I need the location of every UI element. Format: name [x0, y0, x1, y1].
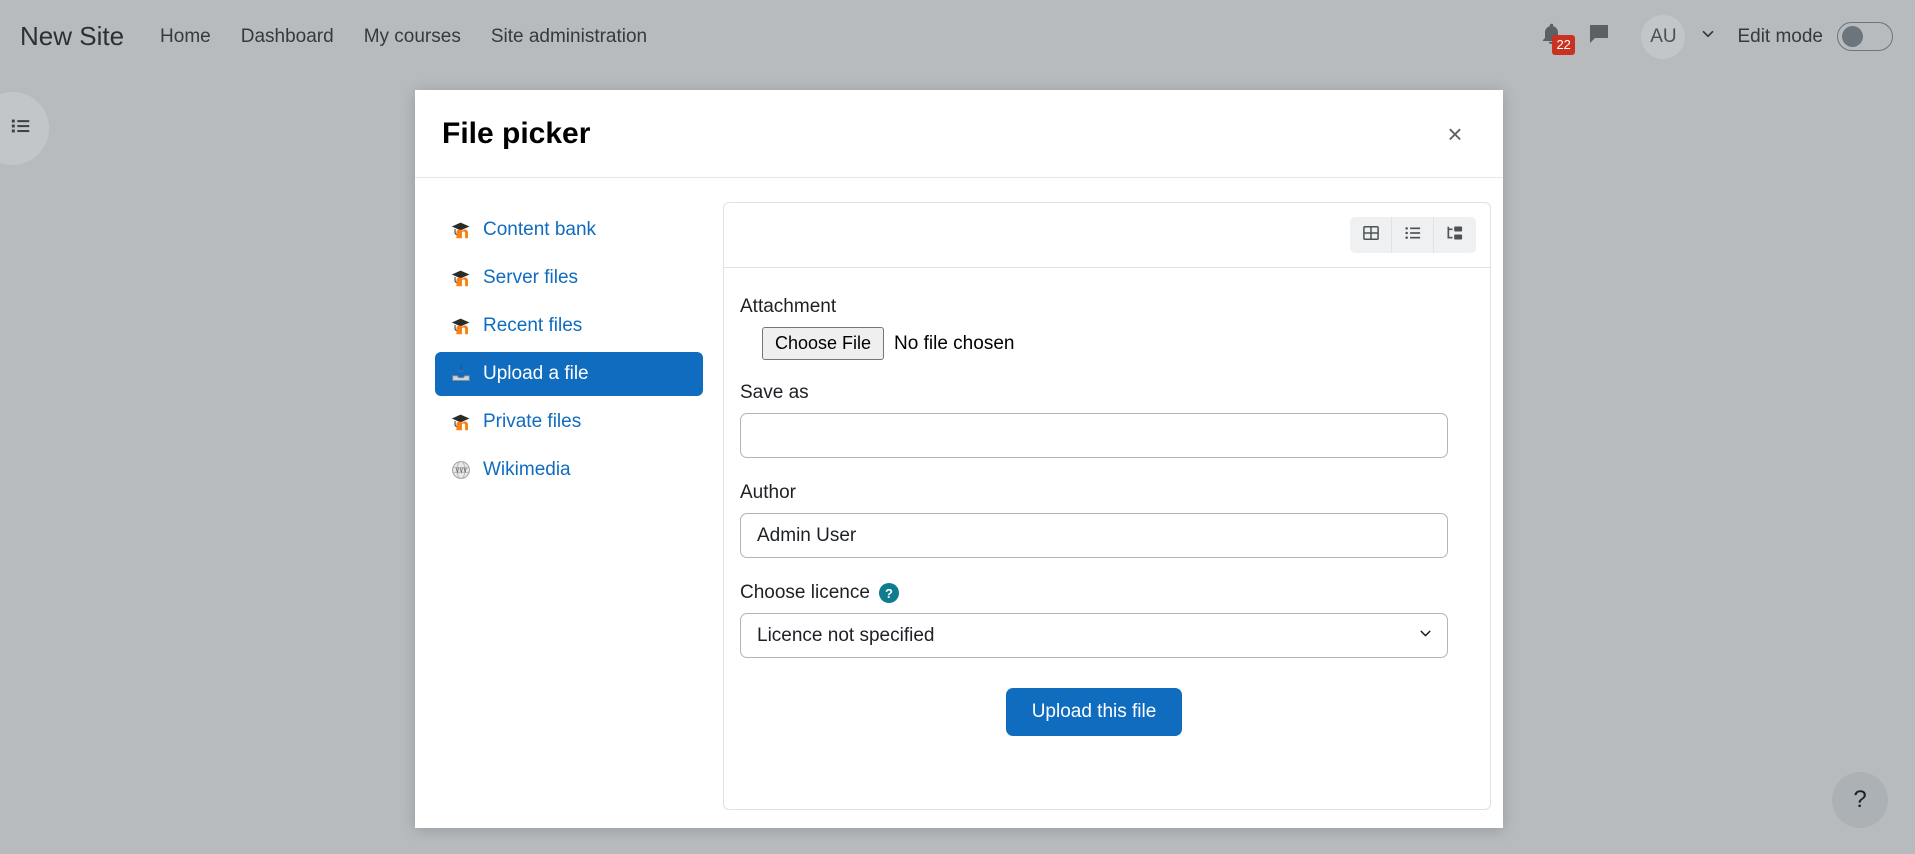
repository-item-label: Wikimedia [483, 459, 571, 481]
chosen-file-name: No file chosen [894, 333, 1014, 355]
repository-item-server-files[interactable]: Server files [435, 256, 703, 300]
wikipedia-globe-icon [449, 458, 473, 482]
moodle-logo-icon [449, 218, 473, 242]
licence-label: Choose licence ? [740, 582, 1448, 604]
licence-label-text: Choose licence [740, 582, 870, 604]
dialog-title: File picker [442, 117, 590, 151]
repository-item-label: Content bank [483, 219, 596, 241]
repository-item-wikimedia[interactable]: Wikimedia [435, 448, 703, 492]
repository-item-recent-files[interactable]: Recent files [435, 304, 703, 348]
view-mode-group [1350, 217, 1476, 253]
choose-file-button[interactable]: Choose File [762, 327, 884, 360]
save-as-label: Save as [740, 382, 1448, 404]
grid-view-button[interactable] [1350, 217, 1392, 253]
licence-select-wrapper: Licence not specified [740, 613, 1448, 658]
notification-count-badge: 22 [1552, 35, 1574, 55]
nav-link-home[interactable]: Home [160, 26, 211, 48]
tree-view-button[interactable] [1434, 217, 1476, 253]
site-brand[interactable]: New Site [20, 21, 124, 52]
repository-item-label: Upload a file [483, 363, 589, 385]
course-index-drawer-toggle[interactable] [0, 92, 49, 165]
nav-link-my-courses[interactable]: My courses [364, 26, 461, 48]
list-view-button[interactable] [1392, 217, 1434, 253]
user-avatar[interactable]: AU [1641, 15, 1685, 59]
nav-link-dashboard[interactable]: Dashboard [241, 26, 334, 48]
repository-list: Content bank Server files [435, 202, 703, 810]
file-picker-dialog: File picker × Content bank [415, 90, 1503, 828]
licence-select[interactable]: Licence not specified [740, 613, 1448, 658]
moodle-logo-icon [449, 314, 473, 338]
attachment-file-input[interactable]: Choose File No file chosen [762, 327, 1448, 360]
repository-item-private-files[interactable]: Private files [435, 400, 703, 444]
licence-select-value: Licence not specified [757, 625, 934, 647]
dialog-header: File picker × [415, 90, 1503, 178]
repository-item-label: Recent files [483, 315, 582, 337]
close-icon[interactable]: × [1435, 114, 1475, 154]
moodle-logo-icon [449, 266, 473, 290]
picker-content-pane: Attachment Choose File No file chosen Sa… [723, 202, 1491, 810]
moodle-logo-icon [449, 410, 473, 434]
list-icon [1403, 223, 1423, 248]
picker-toolbar [724, 203, 1490, 268]
repository-item-label: Server files [483, 267, 578, 289]
repository-item-content-bank[interactable]: Content bank [435, 208, 703, 252]
attachment-label: Attachment [740, 296, 1448, 318]
author-input[interactable] [740, 513, 1448, 558]
grid-icon [1361, 223, 1381, 248]
upload-tray-icon [449, 362, 473, 386]
nav-link-site-administration[interactable]: Site administration [491, 26, 647, 48]
navbar-right-cluster: 22 AU Edit mode [1527, 13, 1893, 61]
messages-button[interactable] [1575, 13, 1623, 61]
upload-form: Attachment Choose File No file chosen Sa… [724, 268, 1490, 736]
message-bubble-icon [1587, 22, 1611, 51]
repository-item-label: Private files [483, 411, 581, 433]
edit-mode-toggle[interactable] [1837, 22, 1893, 51]
edit-mode-label: Edit mode [1737, 26, 1823, 48]
top-navbar: New Site Home Dashboard My courses Site … [0, 0, 1915, 73]
tree-icon [1445, 223, 1465, 248]
notifications-button[interactable]: 22 [1527, 13, 1575, 61]
user-menu-toggle[interactable] [1699, 25, 1717, 48]
dialog-body: Content bank Server files [415, 178, 1503, 828]
chevron-down-icon [1699, 25, 1717, 48]
repository-item-upload-a-file[interactable]: Upload a file [435, 352, 703, 396]
submit-row: Upload this file [740, 688, 1448, 736]
save-as-input[interactable] [740, 413, 1448, 458]
upload-this-file-button[interactable]: Upload this file [1006, 688, 1183, 736]
help-icon[interactable]: ? [879, 583, 899, 603]
author-label: Author [740, 482, 1448, 504]
list-menu-icon [0, 115, 32, 142]
help-floating-button[interactable]: ? [1832, 772, 1888, 828]
primary-nav: Home Dashboard My courses Site administr… [160, 26, 647, 48]
edit-mode-toggle-knob [1842, 26, 1863, 47]
